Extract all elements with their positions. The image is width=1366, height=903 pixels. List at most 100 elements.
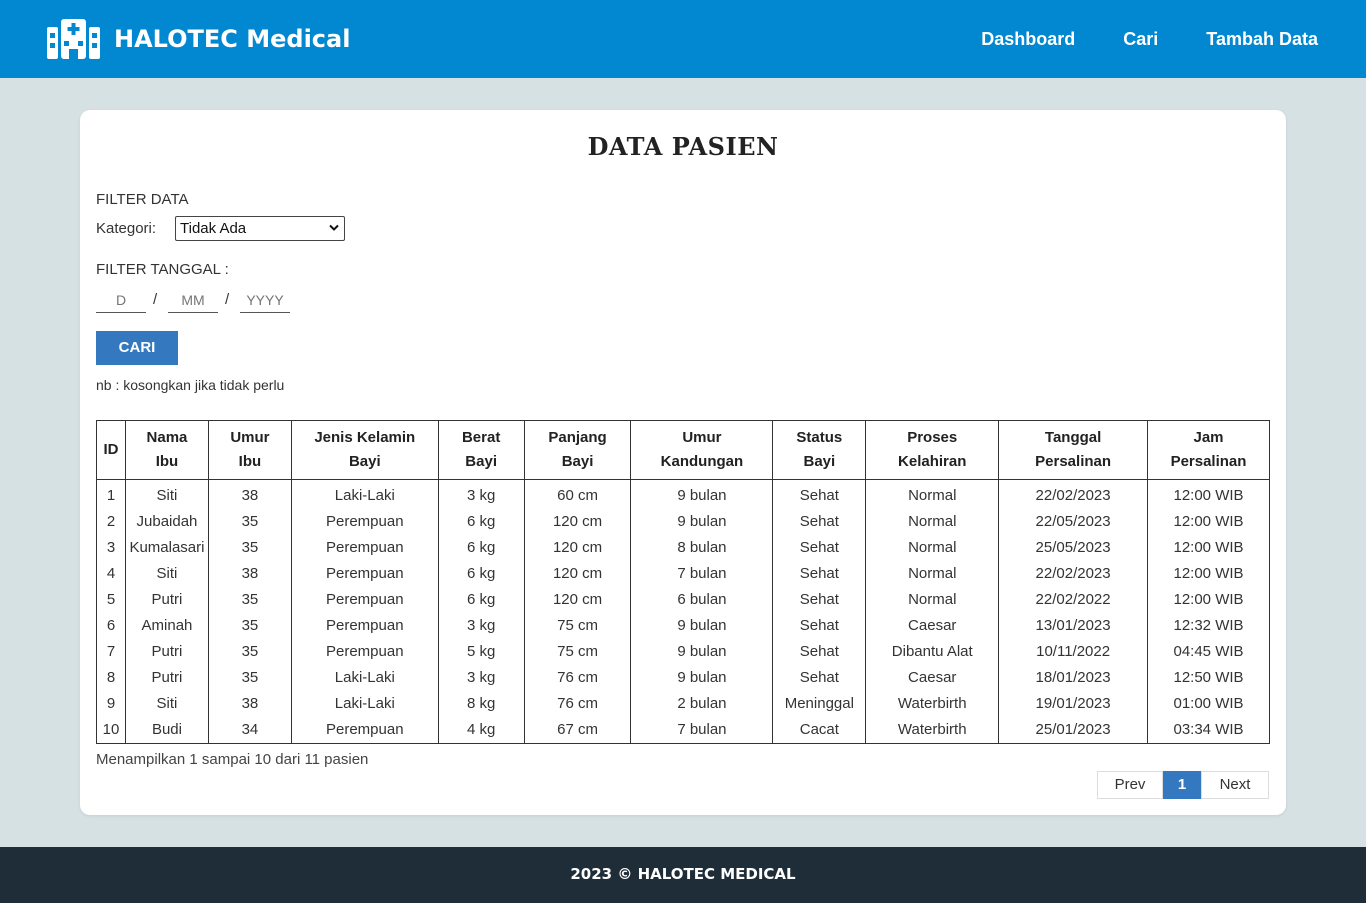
- column-header-label: Kandungan: [660, 453, 744, 470]
- table-cell: 12:00 WIB: [1147, 534, 1270, 561]
- table-cell: 22/02/2023: [998, 560, 1149, 587]
- column-header: Panjang Bayi: [523, 420, 632, 480]
- table-cell: 1: [96, 479, 126, 509]
- table-row: 7 Putri 35 Perempuan 5 kg 75 cm 9 bulan Sehat Di…: [96, 638, 1270, 665]
- column-header: Tanggal Persalinan: [998, 420, 1149, 480]
- nav-menu: Dashboard Cari Tambah Data: [933, 0, 1318, 78]
- table-cell: Meninggal: [772, 690, 867, 717]
- filter-data-label: FILTER DATA: [96, 191, 189, 208]
- table-cell: Normal: [865, 479, 1000, 509]
- table-cell: Perempuan: [290, 586, 439, 613]
- column-header-label: Umur: [682, 429, 722, 446]
- table-cell: 9: [96, 690, 126, 717]
- column-header-label: Umur: [230, 429, 270, 446]
- table-cell: 35: [207, 534, 292, 561]
- table-cell: 76 cm: [523, 690, 632, 717]
- table-cell: Putri: [124, 586, 209, 613]
- table-cell: 34: [207, 716, 292, 744]
- table-cell: 9 bulan: [630, 508, 774, 535]
- table-cell: 18/01/2023: [998, 664, 1149, 691]
- month-input[interactable]: [168, 288, 218, 313]
- table-cell: 120 cm: [523, 508, 632, 535]
- table-cell: Perempuan: [290, 560, 439, 587]
- table-cell: Siti: [124, 560, 209, 587]
- column-header-label: Bayi: [803, 453, 836, 470]
- table-cell: Sehat: [772, 479, 867, 509]
- table-row: 3 Kumalasari 35 Perempuan 6 kg 120 cm 8 bulan S…: [96, 534, 1270, 561]
- table-cell: 35: [207, 638, 292, 665]
- table-cell: 25/01/2023: [998, 716, 1149, 744]
- table-cell: Sehat: [772, 508, 867, 535]
- table-cell: 12:00 WIB: [1147, 479, 1270, 509]
- table-cell: Sehat: [772, 534, 867, 561]
- table-row: 2 Jubaidah 35 Perempuan 6 kg 120 cm 9 bulan Seh…: [96, 508, 1270, 535]
- pagination: Prev 1 Next: [1097, 771, 1269, 799]
- table-cell: 75 cm: [523, 638, 632, 665]
- column-header-label: Persalinan: [1170, 453, 1247, 470]
- table-cell: 2: [96, 508, 126, 535]
- table-row: 6 Aminah 35 Perempuan 3 kg 75 cm 9 bulan Sehat C…: [96, 612, 1270, 639]
- table-body: 1 Siti 38 Laki-Laki 3 kg 60 cm 9 bulan Sehat Nor…: [96, 479, 1270, 744]
- column-header: ID: [96, 420, 126, 480]
- table-cell: Normal: [865, 560, 1000, 587]
- table-cell: 6 kg: [437, 534, 525, 561]
- column-header-label: Nama: [146, 429, 188, 446]
- date-separator: /: [153, 291, 158, 308]
- day-input[interactable]: [96, 288, 146, 313]
- table-cell: Aminah: [124, 612, 209, 639]
- table-cell: 9 bulan: [630, 664, 774, 691]
- table-cell: Putri: [124, 638, 209, 665]
- brand-logo[interactable]: HALOTEC Medical: [47, 19, 350, 59]
- table-cell: 5 kg: [437, 638, 525, 665]
- column-header-label: Tanggal: [1044, 429, 1102, 446]
- table-cell: 120 cm: [523, 560, 632, 587]
- column-header-label: Kelahiran: [898, 453, 967, 470]
- brand-name: HALOTEC Medical: [114, 25, 351, 53]
- table-cell: 12:00 WIB: [1147, 508, 1270, 535]
- table-cell: 4 kg: [437, 716, 525, 744]
- table-cell: Siti: [124, 479, 209, 509]
- column-header: Jam Persalinan: [1147, 420, 1270, 480]
- table-cell: Perempuan: [290, 508, 439, 535]
- column-header-label: ID: [103, 441, 119, 458]
- table-row: 1 Siti 38 Laki-Laki 3 kg 60 cm 9 bulan Sehat Nor…: [96, 479, 1270, 509]
- column-header-label: Proses: [907, 429, 958, 446]
- table-cell: 04:45 WIB: [1147, 638, 1270, 665]
- next-page-button[interactable]: Next: [1201, 771, 1269, 799]
- kategori-select[interactable]: Tidak Ada: [175, 216, 345, 241]
- table-cell: 22/02/2023: [998, 479, 1149, 509]
- nav-dashboard[interactable]: Dashboard: [981, 29, 1075, 50]
- table-cell: 22/05/2023: [998, 508, 1149, 535]
- table-cell: Perempuan: [290, 638, 439, 665]
- table-cell: 60 cm: [523, 479, 632, 509]
- cari-button[interactable]: CARI: [96, 331, 178, 365]
- table-cell: 10: [96, 716, 126, 744]
- table-cell: 8 kg: [437, 690, 525, 717]
- table-cell: Laki-Laki: [290, 664, 439, 691]
- column-header-label: Jam: [1193, 429, 1224, 446]
- table-cell: Sehat: [772, 664, 867, 691]
- footer-text: 2023 © HALOTEC MEDICAL: [570, 865, 796, 883]
- table-row: 8 Putri 35 Laki-Laki 3 kg 76 cm 9 bulan Sehat Ca…: [96, 664, 1270, 691]
- column-header: Berat Bayi: [437, 420, 525, 480]
- table-cell: 35: [207, 586, 292, 613]
- nav-cari[interactable]: Cari: [1123, 29, 1158, 50]
- table-cell: 4: [96, 560, 126, 587]
- column-header-label: Bayi: [561, 453, 594, 470]
- table-cell: Cacat: [772, 716, 867, 744]
- table-row: 10 Budi 34 Perempuan 4 kg 67 cm 7 bulan Cacat Wa…: [96, 716, 1270, 744]
- column-header-label: Panjang: [548, 429, 607, 446]
- column-header-label: Ibu: [238, 453, 262, 470]
- kategori-selected-value: Tidak Ada: [180, 220, 247, 237]
- table-cell: Perempuan: [290, 612, 439, 639]
- table-cell: 10/11/2022: [998, 638, 1149, 665]
- table-cell: 67 cm: [523, 716, 632, 744]
- prev-page-button[interactable]: Prev: [1097, 771, 1163, 799]
- column-header: Umur Kandungan: [630, 420, 774, 480]
- current-page-button[interactable]: 1: [1163, 771, 1201, 799]
- table-cell: 35: [207, 664, 292, 691]
- year-input[interactable]: [240, 288, 290, 313]
- column-header-label: Berat: [461, 429, 501, 446]
- nav-tambah-data[interactable]: Tambah Data: [1206, 29, 1318, 50]
- table-cell: 01:00 WIB: [1147, 690, 1270, 717]
